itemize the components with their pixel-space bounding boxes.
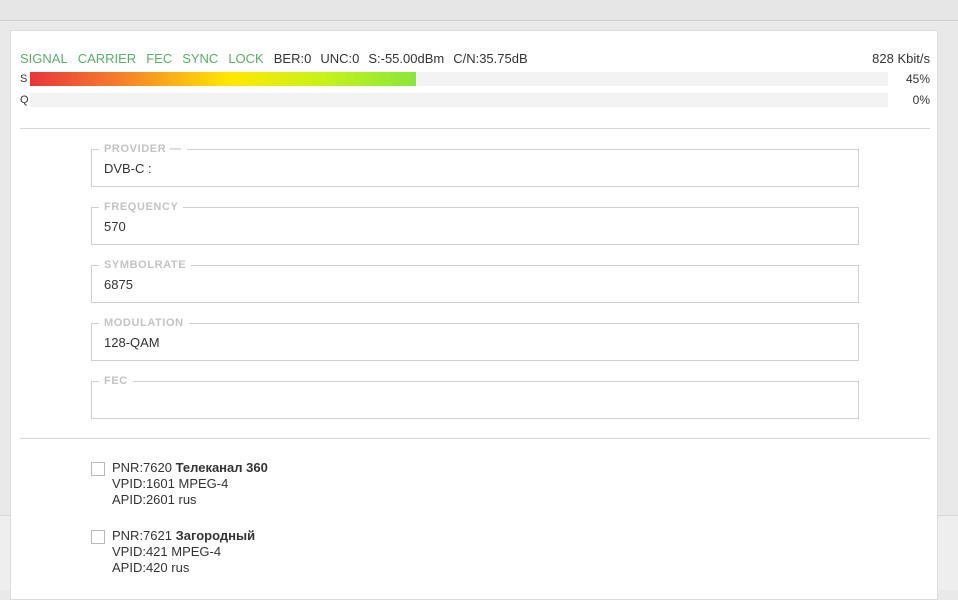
fec-legend: FEC: [99, 374, 133, 388]
channel-info: PNR:7621 Загородный VPID:421 MPEG-4 APID…: [112, 528, 255, 576]
signal-flag: SIGNAL: [20, 51, 68, 66]
lock-status-row: SIGNAL CARRIER FEC SYNC LOCK BER:0 UNC:0 S:-55.…: [20, 51, 930, 67]
channel-apid: APID:420 rus: [112, 560, 190, 575]
channel-vpid: VPID:421 MPEG-4: [112, 544, 222, 559]
channel-info: PNR:7620 Телеканал 360 VPID:1601 MPEG-4 …: [112, 460, 268, 508]
signal-meter-fill: [30, 72, 417, 86]
carrier-flag: CARRIER: [77, 51, 137, 66]
channel-apid: APID:2601 rus: [112, 492, 197, 507]
modulation-legend: MODULATION: [99, 316, 189, 330]
quality-meter: Q 0%: [20, 92, 930, 108]
signal-level-value: S:-55.00dBm: [368, 51, 445, 66]
channel-pnr: PNR:7621: [112, 528, 172, 543]
provider-field: PROVIDER — DVB-C :: [91, 142, 859, 187]
section-divider: [20, 438, 930, 439]
provider-legend: PROVIDER —: [99, 142, 187, 156]
tuner-status-panel: SIGNAL CARRIER FEC SYNC LOCK BER:0 UNC:0 S:-55.…: [10, 30, 938, 600]
bitrate-value: 828 Kbit/s: [872, 51, 930, 66]
channel-name: Телеканал 360: [175, 460, 268, 475]
quality-meter-percent: 0%: [912, 93, 930, 107]
channel-vpid: VPID:1601 MPEG-4: [112, 476, 229, 491]
top-bar: [0, 0, 958, 21]
fec-field: FEC: [91, 374, 859, 419]
unc-value: UNC:0: [320, 51, 360, 66]
quality-meter-track: [30, 93, 888, 107]
frequency-legend: FREQUENCY: [99, 200, 184, 214]
section-divider: [20, 128, 930, 129]
symbolrate-value: 6875: [104, 277, 133, 292]
channel-pnr: PNR:7620: [112, 460, 172, 475]
provider-value: DVB-C :: [104, 161, 152, 176]
channel-select-checkbox[interactable]: [91, 530, 105, 544]
channel-name: Загородный: [175, 528, 256, 543]
quality-meter-label: Q: [20, 94, 29, 106]
symbolrate-field: SYMBOLRATE 6875: [91, 258, 859, 303]
frequency-value: 570: [104, 219, 126, 234]
cn-ratio-value: C/N:35.75dB: [453, 51, 528, 66]
lock-flag: LOCK: [228, 51, 264, 66]
signal-meter-track: [30, 72, 888, 86]
modulation-value: 128-QAM: [104, 335, 160, 350]
modulation-field: MODULATION 128-QAM: [91, 316, 859, 361]
fec-flag: FEC: [146, 51, 173, 66]
symbolrate-legend: SYMBOLRATE: [99, 258, 192, 272]
frequency-field: FREQUENCY 570: [91, 200, 859, 245]
signal-strength-meter: S 45%: [20, 71, 930, 87]
ber-value: BER:0: [273, 51, 312, 66]
signal-meter-label: S: [20, 73, 28, 85]
channel-select-checkbox[interactable]: [91, 462, 105, 476]
signal-meter-percent: 45%: [905, 72, 930, 86]
sync-flag: SYNC: [182, 51, 219, 66]
